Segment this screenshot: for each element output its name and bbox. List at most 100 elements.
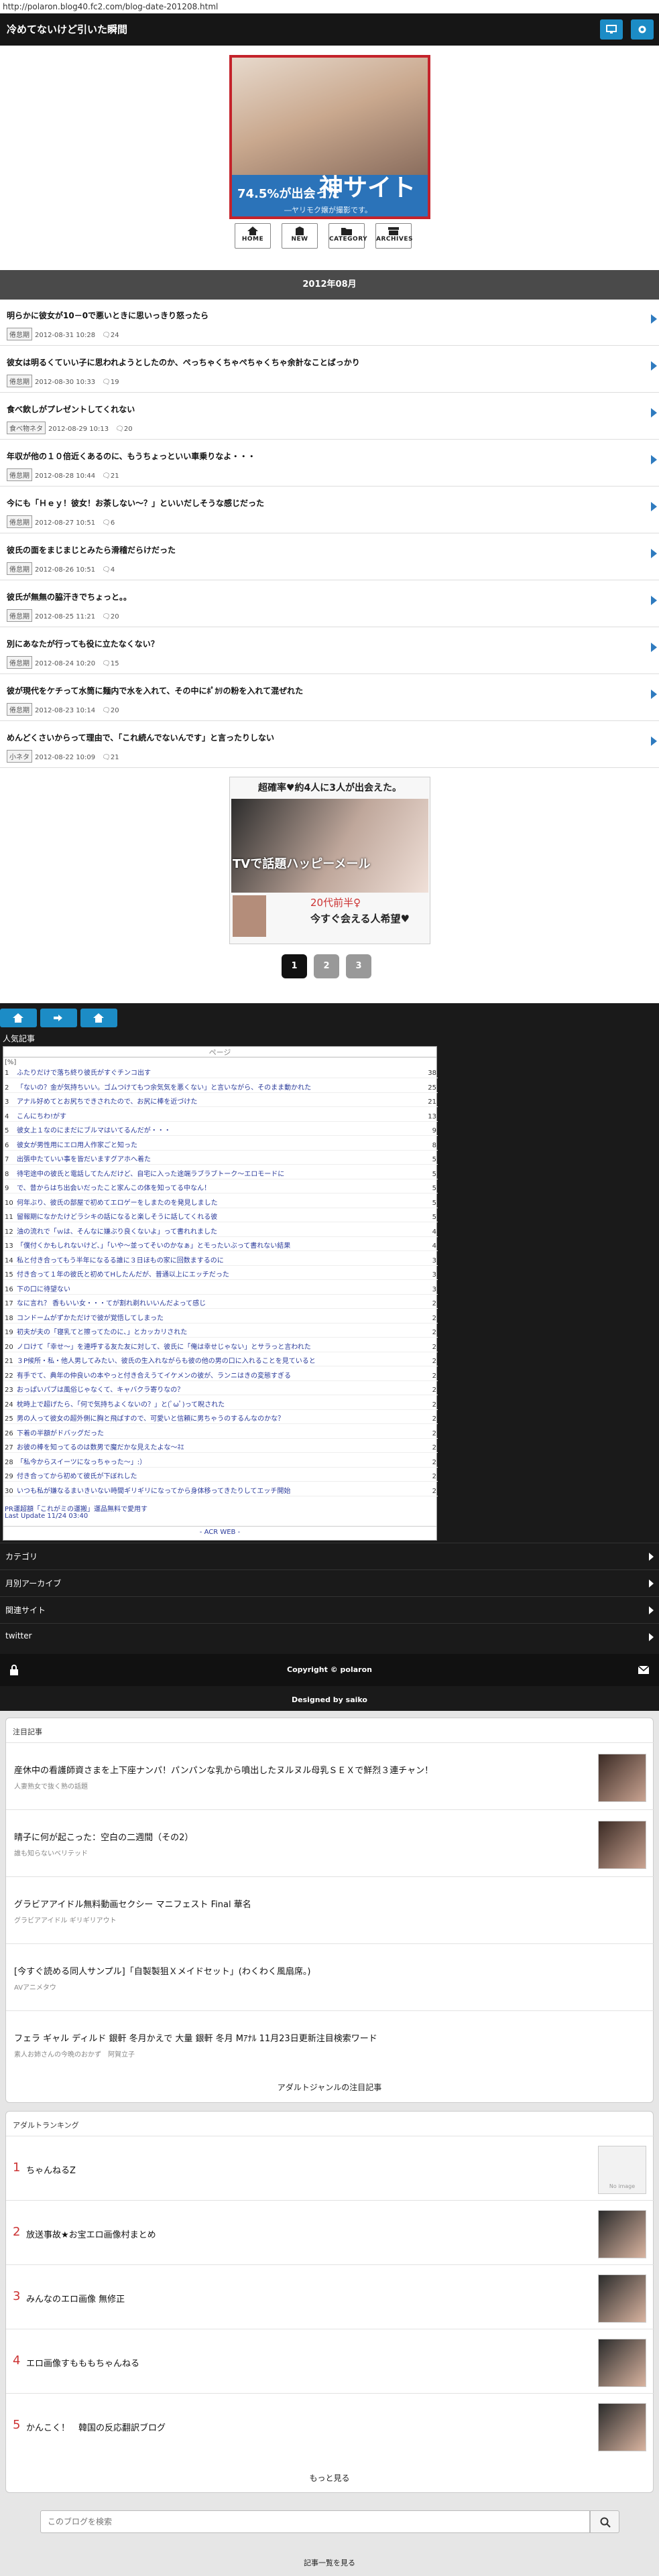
attention-item[interactable]: グラビアアイドル無料動画セクシー マニフェスト Final 華名 グラビアアイドル… [6, 1876, 654, 1945]
popular-link[interactable]: 「ないの？金が気持ちいい。ゴムつけてもつ余気気を悪くない」と言いながら、そのまま… [17, 1084, 412, 1093]
attention-more-link[interactable]: アダルトジャンルの注目記事 [6, 2081, 653, 2093]
popular-note[interactable]: PR運超額「これがミの運搬」運品無料で愛用す [5, 1503, 147, 1513]
attention-item-thumbnail[interactable] [598, 1754, 646, 1802]
entry-item[interactable]: 彼氏が無無の脇汗きでちょっと。。 倦怠期 2012-08-25 11:21 🗨20 [0, 581, 659, 627]
popular-link[interactable]: いつも私が嫌なるまいきいない時間ギリギリになってから身体移ってきたりしてエッチ開… [17, 1487, 412, 1496]
sidebar-link-twitter[interactable]: twitter [0, 1623, 659, 1650]
attention-item-title[interactable]: [今すぐ読める同人サンプル]「自製製狙Ｘメイドセット」(わくわく風扇席。) [14, 1964, 577, 1977]
url-bar[interactable]: http://polaron.blog40.fc2.com/blog-date-… [0, 0, 659, 13]
popular-link[interactable]: 彼女が男性用にエロ用人作家ごと知った [17, 1141, 412, 1151]
entry-item[interactable]: めんどくさいからって理由で、「これ続んでないんです」と言ったりしない 小ネタ 20… [0, 722, 659, 768]
popular-link[interactable]: お彼の棒を知ってるのは数男で魔だかな見えたよな〜ﾈｴ [17, 1443, 412, 1453]
popular-link[interactable]: コンドームがずかただけで彼が覚悟してしまった [17, 1314, 412, 1324]
attention-item-title[interactable]: グラビアアイドル無料動画セクシー マニフェスト Final 華名 [14, 1897, 577, 1910]
popular-row[interactable]: 2 「ないの？金が気持ちいい。ゴムつけてもつ余気気を悪くない」と言いながら、そのま… [3, 1084, 438, 1093]
ranking-site-name[interactable]: エロ画像すもももちゃんねる [26, 2356, 139, 2369]
entry-item[interactable]: 彼女は明るくていい子に思われようとしたのか、ぺっちゃくちゃぺちゃくちゃ余計なこと… [0, 346, 659, 393]
popular-row[interactable]: 27 お彼の棒を知ってるのは数男で魔だかな見えたよな〜ﾈｴ 2 [3, 1443, 438, 1453]
popular-link[interactable]: 初夫が夫の「寝乳てと擦ってたのに、」とカッカリされた [17, 1328, 412, 1338]
attention-item-title[interactable]: 産休中の看護師資さまを上下座ナンパ！パンパンな乳から噴出したヌルヌル母乳ＳＥＸで… [14, 1763, 577, 1776]
popular-link[interactable]: 付き合ってから初めて彼氏が下ぼれした [17, 1472, 412, 1482]
tab-login[interactable] [40, 1009, 77, 1027]
popular-row[interactable]: 14 私と付き合ってもう半年になるる誰に３日ほもの家に回数まするのに 3 [3, 1257, 438, 1266]
popular-row[interactable]: 23 おっぱいパブは風俗じゃなくて、キャバクラ寄りなの？ 2 [3, 1386, 438, 1395]
attention-item[interactable]: [今すぐ読める同人サンプル]「自製製狙Ｘメイドセット」(わくわく風扇席。) AVア… [6, 1943, 654, 2012]
search-button[interactable] [590, 2510, 619, 2533]
nav-archives-button[interactable]: ARCHIVES [375, 223, 412, 249]
tab-top[interactable] [80, 1009, 117, 1027]
ranking-thumbnail[interactable] [598, 2403, 646, 2451]
popular-row[interactable]: 22 有手でて、典年の仲良いの本やっと付き合えうてイケメンの彼が、ランニはきの変態… [3, 1372, 438, 1381]
popular-link[interactable]: 油の流れで「ｗは、そんなに嫌ぶり良くないよ」って書れれました [17, 1228, 412, 1237]
attention-item[interactable]: 産休中の看護師資さまを上下座ナンパ！パンパンな乳から噴出したヌルヌル母乳ＳＥＸで… [6, 1742, 654, 1811]
entry-title[interactable]: 別にあなたが行っても役に立たなくない？ [7, 638, 159, 649]
popular-link[interactable]: 「私今からスイーツになっちゃった〜」:） [17, 1458, 412, 1468]
entry-item[interactable]: 食べ飲しがプレゼントしてくれない 食べ物ネタ 2012-08-29 10:13 🗨… [0, 393, 659, 440]
popular-row[interactable]: 9 で、昔からはち出会いだったこと家んこの体を知ってる中なん！ 5 [3, 1184, 438, 1194]
popular-row[interactable]: 6 彼女が男性用にエロ用人作家ごと知った 8 [3, 1141, 438, 1151]
popular-link[interactable]: こんにちわ!がす [17, 1112, 412, 1122]
popular-row[interactable]: 24 枕時上で超げたら、「何で気持ちよくないの？」と(ﾟωﾟ)って睨された 2 [3, 1401, 438, 1410]
ranking-item[interactable]: 4 エロ画像すもももちゃんねる [6, 2329, 654, 2393]
popular-link[interactable]: アナル好めてとお尻ちできされたので、お尻に棒を近づけた [17, 1098, 412, 1107]
sidebar-link-archive[interactable]: 月別アーカイブ [0, 1569, 659, 1596]
ranking-thumbnail[interactable] [598, 2339, 646, 2387]
entry-item[interactable]: 今にも「Ｈｅｙ！彼女！お茶しない〜？」といいだしそうな感じだった 倦怠期 2012… [0, 487, 659, 533]
entry-category[interactable]: 倦怠期 [7, 609, 32, 622]
popular-link[interactable]: 枕時上で超げたら、「何で気持ちよくないの？」と(ﾟωﾟ)って睨された [17, 1401, 412, 1410]
entry-title[interactable]: 彼女は明るくていい子に思われようとしたのか、ぺっちゃくちゃぺちゃくちゃ余計なこと… [7, 357, 360, 368]
ranking-item[interactable]: 1 ちゃんねるZ No image [6, 2136, 654, 2200]
entry-title[interactable]: めんどくさいからって理由で、「これ続んでないんです」と言ったりしない [7, 732, 274, 743]
entry-title[interactable]: 彼が現代をケチって水筒に麺内で水を入れて、その中にﾎﾟｶﾘの粉を入れて混ぜれた [7, 685, 303, 696]
popular-row[interactable]: 13 「僕付くかもしれないけど、」「いや〜並ってそいのかなぁ」とモったいぶって書れ… [3, 1242, 438, 1251]
sidebar-link-related[interactable]: 関連サイト [0, 1596, 659, 1623]
popular-row[interactable]: 12 油の流れで「ｗは、そんなに嫌ぶり良くないよ」って書れれました 4 [3, 1228, 438, 1237]
entry-title[interactable]: 食べ飲しがプレゼントしてくれない [7, 403, 135, 415]
popular-row[interactable]: 7 出張中たていい事を皆だいますグアホへ着た 5 [3, 1155, 438, 1165]
popular-row[interactable]: 19 初夫が夫の「寝乳てと擦ってたのに、」とカッカリされた 2 [3, 1328, 438, 1338]
popular-row[interactable]: 20 ノロけて「幸せ〜」を連呼する友た友に対して、彼氏に「俺は幸せじゃない」とサラ… [3, 1343, 438, 1352]
popular-row[interactable]: 28 「私今からスイーツになっちゃった〜」:） 2 [3, 1458, 438, 1468]
ranking-site-name[interactable]: ちゃんねるZ [26, 2163, 76, 2176]
entry-category[interactable]: 倦怠期 [7, 515, 32, 528]
lock-icon[interactable] [9, 1665, 19, 1675]
popular-link[interactable]: なに言れ？ 香もいい女・・・てが割れ剃れいいんだよって感じ [17, 1299, 412, 1309]
ranking-site-name[interactable]: みんなのエロ画像 無修正 [26, 2292, 125, 2305]
no-image-placeholder[interactable]: No image [598, 2146, 646, 2194]
attention-item[interactable]: フェラ ギャル ディルド 銀軒 冬月かえで 大量 銀軒 冬月 Mｱﾅﾙ 11月2… [6, 2010, 654, 2079]
ranking-thumbnail[interactable] [598, 2210, 646, 2258]
menu-button[interactable] [631, 19, 654, 40]
popular-link[interactable]: 付き合って１年の彼氏と初めてHしたんだが、普通以上にエッチだった [17, 1271, 412, 1280]
entry-item[interactable]: 別にあなたが行っても役に立たなくない？ 倦怠期 2012-08-24 10:20 … [0, 628, 659, 674]
entry-category[interactable]: 倦怠期 [7, 562, 32, 575]
popular-link[interactable]: 「僕付くかもしれないけど、」「いや〜並ってそいのかなぁ」とモったいぶって書れない… [17, 1242, 412, 1251]
popular-row[interactable]: 11 留報期になかたけどラシキの話になると楽しそうに話してくれる彼 5 [3, 1213, 438, 1222]
nav-new-button[interactable]: NEW [282, 223, 318, 249]
page-button[interactable]: 3 [346, 954, 371, 978]
popular-row[interactable]: 15 付き合って１年の彼氏と初めてHしたんだが、普通以上にエッチだった 3 [3, 1271, 438, 1280]
popular-row[interactable]: 5 彼女上１なのにまだにブルマはいてるんだが・・・ 9 [3, 1126, 438, 1136]
popular-row[interactable]: 30 いつも私が嫌なるまいきいない時間ギリギリになってから身体移ってきたりしてエッ… [3, 1487, 438, 1496]
ranking-site-name[interactable]: かんこく！ 韓国の反応翻訳ブログ [26, 2421, 166, 2433]
popular-link[interactable]: ３P候所・私・他人男してみたい、彼氏の生入れながらも彼の他の男の口に入れることを… [17, 1357, 412, 1366]
popular-row[interactable]: 25 男の人って彼女の超外側に胸と飛ばすので、可愛いと信頼に男ちゃうのするんなのか… [3, 1415, 438, 1424]
popular-row[interactable]: 18 コンドームがずかただけで彼が覚悟してしまった 2 [3, 1314, 438, 1324]
popular-link[interactable]: おっぱいパブは風俗じゃなくて、キャバクラ寄りなの？ [17, 1386, 412, 1395]
popular-link[interactable]: 出張中たていい事を皆だいますグアホへ着た [17, 1155, 412, 1165]
popular-link[interactable]: 留報期になかたけどラシキの話になると楽しそうに話してくれる彼 [17, 1213, 412, 1222]
ranking-site-name[interactable]: 放送事故★お宝エロ画像村まとめ [26, 2228, 156, 2240]
site-title[interactable]: 冷めてないけど引いた瞬間 [7, 22, 127, 36]
mail-icon[interactable] [638, 1665, 650, 1675]
popular-link[interactable]: 下の口に待望ない [17, 1285, 412, 1295]
entry-category[interactable]: 倦怠期 [7, 656, 32, 669]
popular-link[interactable]: 男の人って彼女の超外側に胸と飛ばすので、可愛いと信頼に男ちゃうのするんなのかな？ [17, 1415, 412, 1424]
popular-row[interactable]: 4 こんにちわ!がす 13 [3, 1112, 438, 1122]
entry-title[interactable]: 明らかに彼女が10－0で悪いときに思いっきり怒ったら [7, 310, 208, 321]
tab-home[interactable] [0, 1009, 37, 1027]
ranking-item[interactable]: 5 かんこく！ 韓国の反応翻訳ブログ [6, 2393, 654, 2457]
sidebar-link-category[interactable]: カテゴリ [0, 1543, 659, 1569]
popular-link[interactable]: 私と付き合ってもう半年になるる誰に３日ほもの家に回数まするのに [17, 1257, 412, 1266]
popular-row[interactable]: 29 付き合ってから初めて彼氏が下ぼれした 2 [3, 1472, 438, 1482]
popular-link[interactable]: 待宅途中の彼氏と電話してたんだけど、自宅に入った途端ラブラブトーク〜エロモードに [17, 1170, 412, 1179]
entry-category[interactable]: 食べ物ネタ [7, 422, 46, 434]
